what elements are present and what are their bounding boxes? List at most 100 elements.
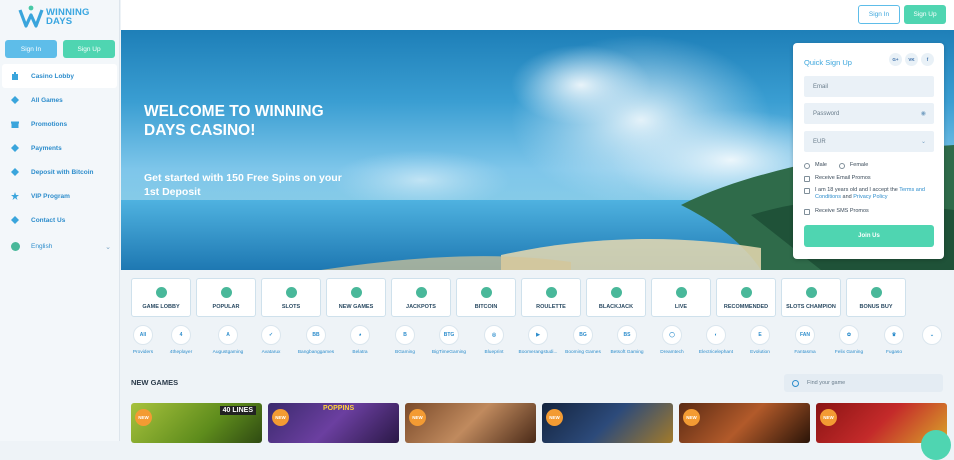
provider-logo: BTG <box>439 325 459 345</box>
privacy-link[interactable]: Privacy Policy <box>853 194 887 200</box>
game-tile[interactable]: NEW <box>405 403 536 443</box>
game-search-input[interactable]: Find your game <box>784 374 943 392</box>
sidebar-item-deposit-bitcoin[interactable]: Deposit with Bitcoin <box>0 160 119 184</box>
chevron-down-icon: ⌄ <box>922 325 942 345</box>
eye-icon[interactable]: ◉ <box>921 110 926 117</box>
category-bonus-buy[interactable]: BONUS BUY <box>846 278 906 317</box>
provider-scroll-next[interactable]: ⌄ <box>910 325 954 350</box>
category-slots-champion[interactable]: SLOTS CHAMPION <box>781 278 841 317</box>
provider-logo: ✓ <box>261 325 281 345</box>
bitcoin-icon <box>11 168 19 176</box>
currency-select[interactable]: EUR ⌄ <box>804 131 934 152</box>
sms-promos-label: Receive SMS Promos <box>815 208 869 214</box>
provider-label: Boomerangstudi... <box>518 350 558 355</box>
category-popular[interactable]: POPULAR <box>196 278 256 317</box>
spade-icon <box>610 287 622 298</box>
password-field[interactable]: Password ◉ <box>804 103 934 124</box>
live-chat-button[interactable] <box>921 430 951 460</box>
bitcoin-icon <box>480 287 492 298</box>
game-tile[interactable]: NEW POPPINS <box>268 403 399 443</box>
provider-augustgaming[interactable]: A Augustgaming <box>206 325 250 355</box>
vk-icon[interactable]: VK <box>905 53 918 66</box>
sidebar-item-label: Casino Lobby <box>31 72 74 80</box>
provider-logo: ◎ <box>484 325 504 345</box>
provider-booming-games[interactable]: BG Booming Games <box>561 325 605 355</box>
provider-label: Fugaso <box>886 350 902 355</box>
header-sign-up-button[interactable]: Sign Up <box>904 5 946 24</box>
sidebar-sign-up-button[interactable]: Sign Up <box>63 40 115 58</box>
provider-dreamtech[interactable]: ◯ Dreamtech <box>650 325 694 355</box>
money-bag-icon <box>415 287 427 298</box>
category-new-games[interactable]: NEW GAMES <box>326 278 386 317</box>
provider-logo: BS <box>617 325 637 345</box>
provider-label: Betsoft Gaming <box>610 350 644 355</box>
sidebar-sign-in-button[interactable]: Sign In <box>5 40 57 58</box>
male-radio[interactable] <box>804 162 810 169</box>
sidebar-item-vip-program[interactable]: VIP Program <box>0 184 119 208</box>
category-label: JACKPOTS <box>406 304 436 310</box>
category-bitcoin[interactable]: BITCOIN <box>456 278 516 317</box>
sms-promos-checkbox[interactable] <box>804 208 810 215</box>
sidebar-item-label: Deposit with Bitcoin <box>31 168 94 176</box>
category-blackjack[interactable]: BLACKJACK <box>586 278 646 317</box>
female-radio[interactable] <box>838 162 845 169</box>
cards-icon <box>11 96 19 104</box>
provider-bangbanggames[interactable]: BB Bangbanggames <box>294 325 338 355</box>
provider-logo: FAN <box>795 325 815 345</box>
password-placeholder: Password <box>813 110 840 117</box>
new-icon <box>350 287 362 298</box>
sidebar-item-promotions[interactable]: Promotions <box>0 112 119 136</box>
category-jackpots[interactable]: JACKPOTS <box>391 278 451 317</box>
sidebar-auth: Sign In Sign Up <box>5 40 115 58</box>
join-us-button[interactable]: Join Us <box>804 225 934 247</box>
provider-label: Bangbanggames <box>297 350 335 355</box>
sidebar-item-all-games[interactable]: All Games <box>0 88 119 112</box>
provider-betsoft-gaming[interactable]: BS Betsoft Gaming <box>605 325 649 355</box>
age-terms-checkbox[interactable] <box>804 187 810 194</box>
category-label: ROULETTE <box>536 304 566 310</box>
google-plus-icon[interactable]: G+ <box>889 53 902 66</box>
sidebar-item-label: Promotions <box>31 120 68 128</box>
wallet-icon <box>11 144 19 152</box>
provider-label: Electricelephant <box>698 350 734 355</box>
provider-fantasma[interactable]: FAN Fantasma <box>783 325 827 355</box>
sidebar-item-casino-lobby[interactable]: Casino Lobby <box>2 64 117 88</box>
provider-logo: All <box>133 325 153 345</box>
sidebar-item-label: Contact Us <box>31 216 66 224</box>
category-recommended[interactable]: RECOMMENDED <box>716 278 776 317</box>
sidebar-item-contact-us[interactable]: Contact Us <box>0 208 119 232</box>
provider-felix-gaming[interactable]: ✿ Felix Gaming <box>827 325 871 355</box>
game-tile[interactable]: NEW <box>542 403 673 443</box>
provider-electricelephant[interactable]: ◐ Electricelephant <box>694 325 738 355</box>
category-slots[interactable]: SLOTS <box>261 278 321 317</box>
game-tile[interactable]: NEW 40 LINES <box>131 403 262 443</box>
provider-4theplayer[interactable]: 4 4theplayer <box>159 325 203 355</box>
provider-boomerangstudios[interactable]: ▶ Boomerangstudi... <box>516 325 560 355</box>
provider-blueprint[interactable]: ◎ Blueprint <box>472 325 516 355</box>
game-tile-text: POPPINS <box>323 405 355 412</box>
category-label: LIVE <box>674 304 688 310</box>
category-game-lobby[interactable]: GAME LOBBY <box>131 278 191 317</box>
email-field[interactable]: Email <box>804 76 934 97</box>
sidebar-item-payments[interactable]: Payments <box>0 136 119 160</box>
top-auth: Sign In Sign Up <box>858 5 946 24</box>
provider-belatra[interactable]: ◕ Belatra <box>338 325 382 355</box>
provider-bgaming[interactable]: B BGaming <box>383 325 427 355</box>
email-promos-option: Receive Email Promos <box>804 175 871 182</box>
provider-evolution[interactable]: E Evolution <box>738 325 782 355</box>
brand-logo[interactable]: WINNING DAYS <box>18 3 90 31</box>
category-roulette[interactable]: ROULETTE <box>521 278 581 317</box>
new-games-title: NEW GAMES <box>131 378 179 387</box>
language-selector[interactable]: English ⌄ <box>11 242 111 251</box>
category-live[interactable]: LIVE <box>651 278 711 317</box>
chat-icon <box>11 216 19 224</box>
category-label: BONUS BUY <box>859 304 893 310</box>
provider-avatarux[interactable]: ✓ Avatarux <box>249 325 293 355</box>
facebook-icon[interactable]: f <box>921 53 934 66</box>
game-tile[interactable]: NEW <box>679 403 810 443</box>
provider-bigtimegaming[interactable]: BTG BigTimeGaming <box>427 325 471 355</box>
email-promos-checkbox[interactable] <box>804 175 810 182</box>
provider-strip: All Providers 4 4theplayer A Augustgaming ✓… <box>131 325 951 363</box>
category-bar: GAME LOBBY POPULAR SLOTS NEW GAMES JACKP… <box>131 278 906 317</box>
header-sign-in-button[interactable]: Sign In <box>858 5 900 24</box>
